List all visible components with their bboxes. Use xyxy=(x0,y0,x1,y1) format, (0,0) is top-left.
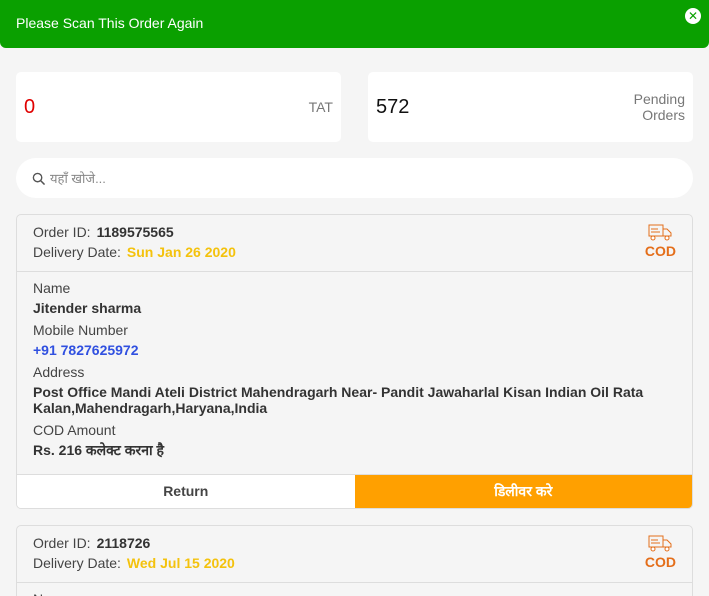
search-icon xyxy=(32,172,45,185)
order-details: Name xyxy=(17,583,692,596)
order-card: Order ID: 1189575565 Delivery Date: Sun Ja… xyxy=(16,214,693,509)
return-button[interactable]: Return xyxy=(17,475,355,508)
pending-orders-label: Pending Orders xyxy=(634,91,685,123)
search-input[interactable] xyxy=(50,168,670,188)
tat-value: 0 xyxy=(24,96,36,118)
tat-label: TAT xyxy=(308,99,333,115)
order-card: Order ID: 2118726 Delivery Date: Wed Jul 1… xyxy=(16,525,693,596)
order-id-row: Order ID: 2118726 xyxy=(33,535,150,551)
cod-amount-label: COD Amount xyxy=(33,422,116,438)
delivery-date-label: Delivery Date: xyxy=(33,555,121,571)
pending-label-line1: Pending xyxy=(633,91,685,107)
cod-amount-value: Rs. 216 कलेक्ट करना है xyxy=(33,442,164,458)
deliver-button[interactable]: डिलीवर करे xyxy=(354,475,692,508)
order-actions: Return डिलीवर करे xyxy=(17,474,692,508)
mobile-label: Mobile Number xyxy=(33,322,128,338)
delivery-date-row: Delivery Date: Wed Jul 15 2020 xyxy=(33,555,235,571)
delivery-date-value: Wed Jul 15 2020 xyxy=(126,555,235,571)
cod-badge: COD xyxy=(645,534,676,570)
truck-icon xyxy=(648,224,672,241)
order-id-label: Order ID: xyxy=(33,224,91,240)
delivery-date-row: Delivery Date: Sun Jan 26 2020 xyxy=(33,244,236,260)
address-label: Address xyxy=(33,364,85,380)
order-id-value: 2118726 xyxy=(96,535,151,551)
delivery-date-value: Sun Jan 26 2020 xyxy=(126,244,236,260)
delivery-date-label: Delivery Date: xyxy=(33,244,121,260)
search-bar xyxy=(16,158,693,198)
pending-orders-card: 572 Pending Orders xyxy=(368,72,693,142)
address-value: Post Office Mandi Ateli District Mahendr… xyxy=(33,384,644,416)
order-header: Order ID: 2118726 Delivery Date: Wed Jul 1… xyxy=(17,526,692,583)
cod-badge: COD xyxy=(645,223,676,259)
order-details: Name Jitender sharma Mobile Number +91 7… xyxy=(17,272,692,466)
toast-message: Please Scan This Order Again xyxy=(16,15,204,31)
cod-label: COD xyxy=(644,554,676,570)
truck-icon xyxy=(648,535,672,552)
order-id-value: 1189575565 xyxy=(96,224,174,240)
alert-toast: Please Scan This Order Again ✕ xyxy=(0,0,709,48)
name-label: Name xyxy=(33,591,676,596)
order-id-row: Order ID: 1189575565 xyxy=(33,224,174,240)
name-label: Name xyxy=(33,280,71,296)
pending-orders-value: 572 xyxy=(376,96,410,118)
customer-name: Jitender sharma xyxy=(33,300,142,316)
tat-card: 0 TAT xyxy=(16,72,341,142)
close-icon[interactable]: ✕ xyxy=(685,8,701,24)
order-header: Order ID: 1189575565 Delivery Date: Sun Ja… xyxy=(17,215,692,272)
order-id-label: Order ID: xyxy=(33,535,91,551)
pending-label-line2: Orders xyxy=(642,107,685,123)
mobile-number-link[interactable]: +91 7827625972 xyxy=(33,342,676,358)
cod-label: COD xyxy=(644,243,676,259)
